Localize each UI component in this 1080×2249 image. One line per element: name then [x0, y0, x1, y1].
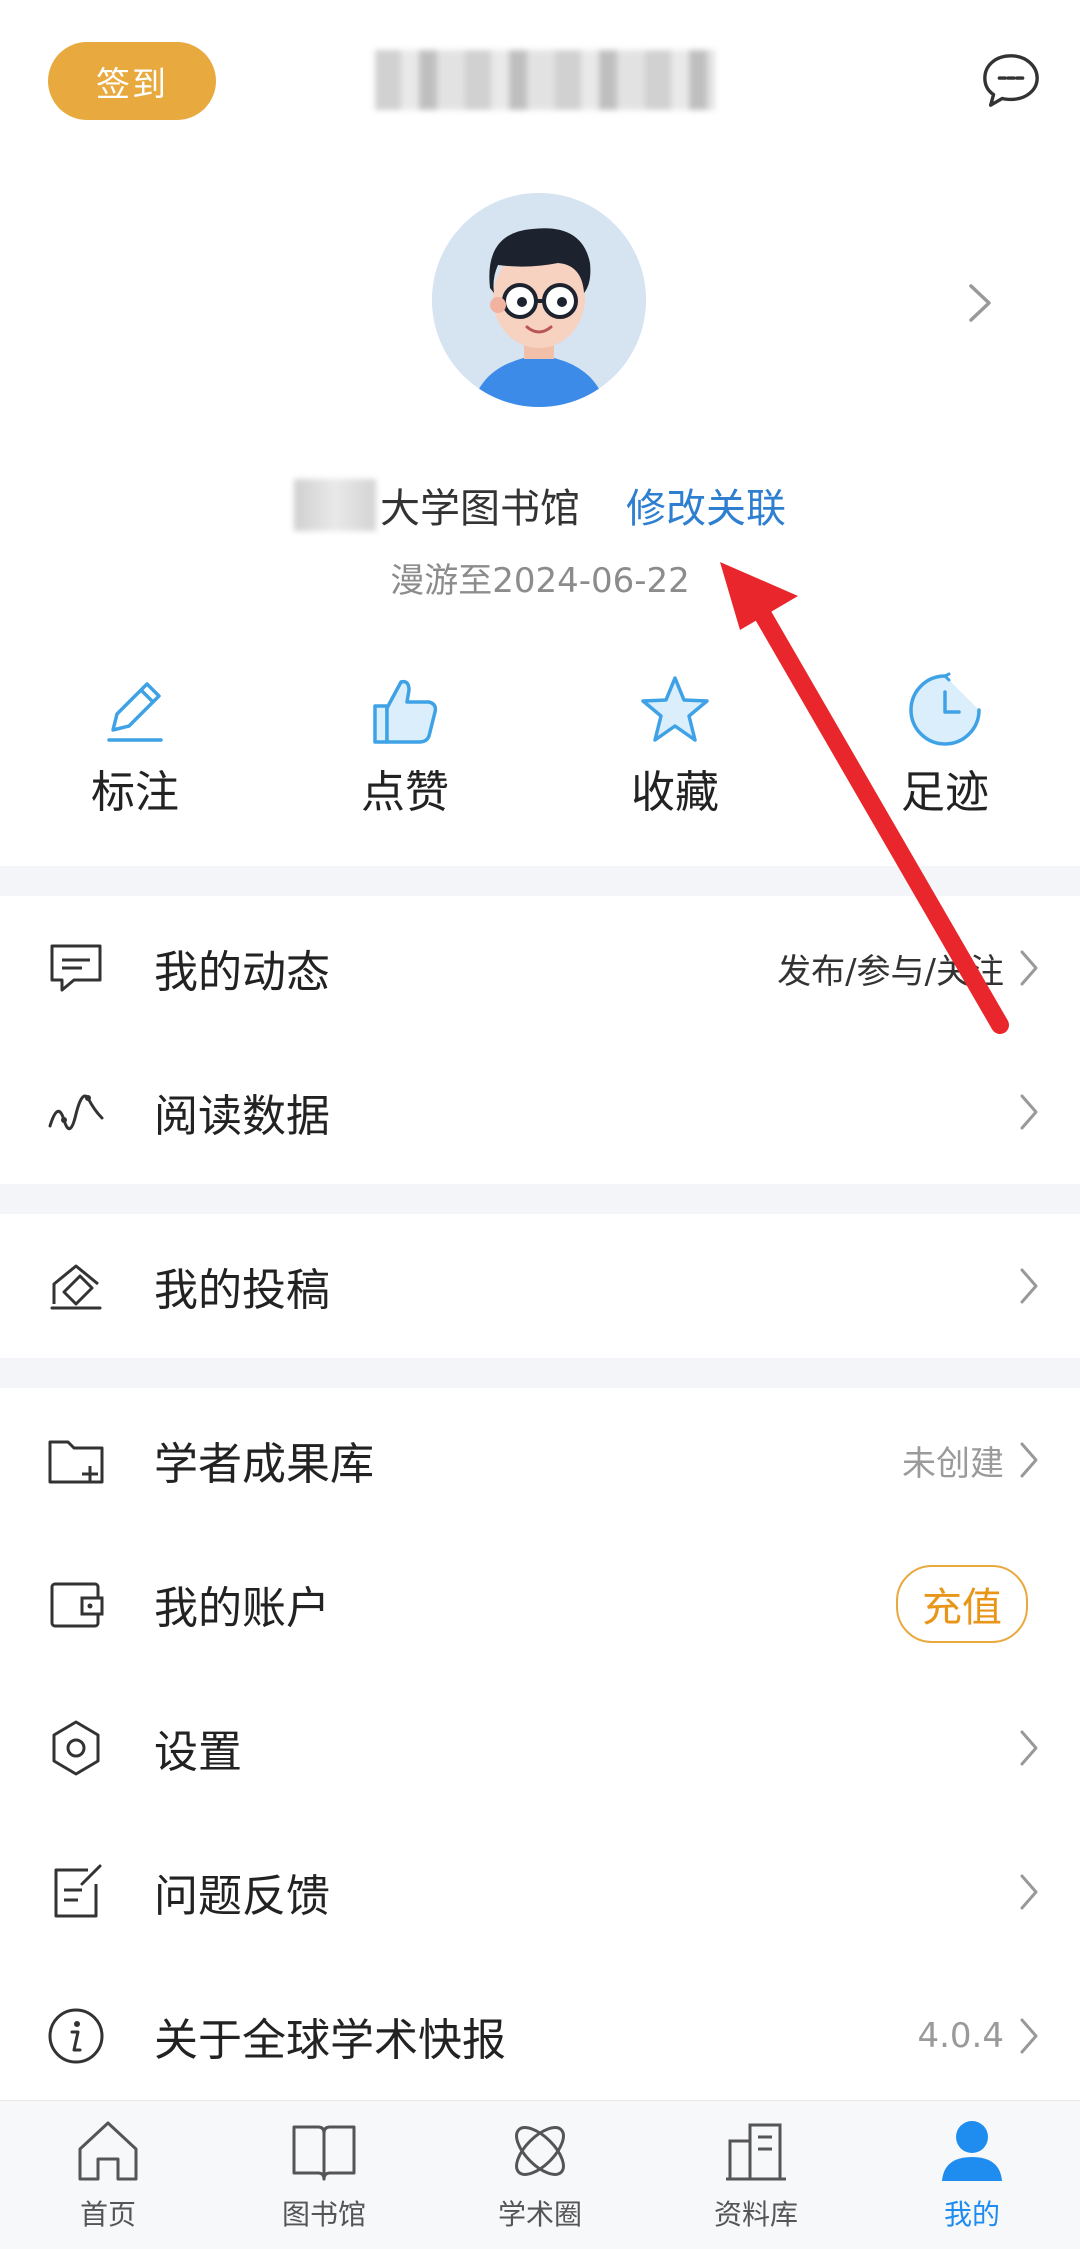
- menu-scholar-repository[interactable]: 学者成果库 未创建: [0, 1388, 1080, 1532]
- menu-label: 阅读数据: [154, 1091, 330, 1142]
- hexagon-settings-icon: [44, 1716, 108, 1780]
- menu-my-account[interactable]: 我的账户 充值: [0, 1532, 1080, 1676]
- menu-label: 关于全球学术快报: [154, 2015, 506, 2066]
- quick-action-label: 标注: [91, 767, 179, 818]
- nav-home[interactable]: 首页: [0, 2101, 216, 2249]
- library-name: 大学图书馆: [380, 486, 580, 532]
- home-icon: [78, 2121, 138, 2181]
- book-icon: [292, 2125, 356, 2181]
- menu-label: 我的投稿: [154, 1265, 330, 1316]
- red-annotation-arrow-icon: [720, 562, 1009, 1034]
- chevron-right-icon: [1020, 1730, 1038, 1766]
- chevron-right-icon: [1020, 1268, 1038, 1304]
- section-divider: [0, 1184, 1080, 1214]
- menu-label: 问题反馈: [154, 1871, 330, 1922]
- menu-feedback[interactable]: 问题反馈: [0, 1820, 1080, 1964]
- chevron-right-icon: [1020, 1094, 1038, 1130]
- chevron-right-icon: [1020, 950, 1038, 986]
- library-row: 大学图书馆 修改关联: [0, 470, 1080, 540]
- wallet-icon: [44, 1572, 108, 1636]
- nav-label: 我的: [943, 2198, 1000, 2231]
- folder-add-icon: [44, 1428, 108, 1492]
- profile-chevron-icon[interactable]: [965, 280, 995, 326]
- menu-reading-data[interactable]: 阅读数据: [0, 1040, 1080, 1184]
- user-icon: [942, 2121, 1002, 2181]
- menu-label: 我的账户: [154, 1583, 330, 1634]
- signin-button[interactable]: 签到: [48, 42, 216, 120]
- nav-academic-circle[interactable]: 学术圈: [432, 2101, 648, 2249]
- nav-label: 图书馆: [281, 2198, 366, 2231]
- chat-icon: [44, 936, 108, 1000]
- app-version: 4.0.4: [917, 2016, 1004, 2056]
- quick-action-label: 点赞: [361, 767, 449, 818]
- info-icon: [44, 2004, 108, 2068]
- message-icon[interactable]: [980, 50, 1042, 112]
- section-divider: [0, 1358, 1080, 1388]
- menu-about[interactable]: 关于全球学术快报 4.0.4: [0, 1964, 1080, 2108]
- quick-action-like[interactable]: 点赞: [315, 670, 495, 820]
- nav-label: 首页: [79, 2198, 136, 2231]
- bottom-nav: 首页 图书馆 学术圈 资料库 我的: [0, 2100, 1080, 2249]
- nav-label: 学术圈: [497, 2198, 582, 2231]
- menu-label: 我的动态: [154, 947, 330, 998]
- menu-label: 学者成果库: [154, 1439, 374, 1490]
- envelope-icon: [44, 1254, 108, 1318]
- orbit-icon: [515, 2126, 565, 2176]
- menu-settings[interactable]: 设置: [0, 1676, 1080, 1820]
- chevron-right-icon: [1020, 1442, 1038, 1478]
- school-name-blurred: [294, 479, 376, 531]
- nav-library[interactable]: 图书馆: [216, 2101, 432, 2249]
- menu-label: 设置: [154, 1727, 242, 1778]
- pencil-icon: [107, 682, 163, 742]
- chevron-right-icon: [1020, 2018, 1038, 2054]
- nav-label: 资料库: [713, 2198, 798, 2231]
- thumbs-up-icon: [373, 679, 438, 744]
- nav-database[interactable]: 资料库: [648, 2101, 864, 2249]
- recharge-button[interactable]: 充值: [896, 1565, 1028, 1643]
- wave-chart-icon: [44, 1080, 108, 1144]
- nav-me[interactable]: 我的: [864, 2101, 1080, 2249]
- username-blurred: [375, 50, 715, 110]
- edit-association-link[interactable]: 修改关联: [626, 476, 786, 534]
- feedback-icon: [44, 1860, 108, 1924]
- quick-action-annotate[interactable]: 标注: [45, 670, 225, 820]
- menu-my-submissions[interactable]: 我的投稿: [0, 1214, 1080, 1358]
- buildings-icon: [726, 2123, 786, 2181]
- avatar[interactable]: [432, 193, 646, 407]
- chevron-right-icon: [1020, 1874, 1038, 1910]
- menu-hint: 未创建: [902, 1443, 1004, 1484]
